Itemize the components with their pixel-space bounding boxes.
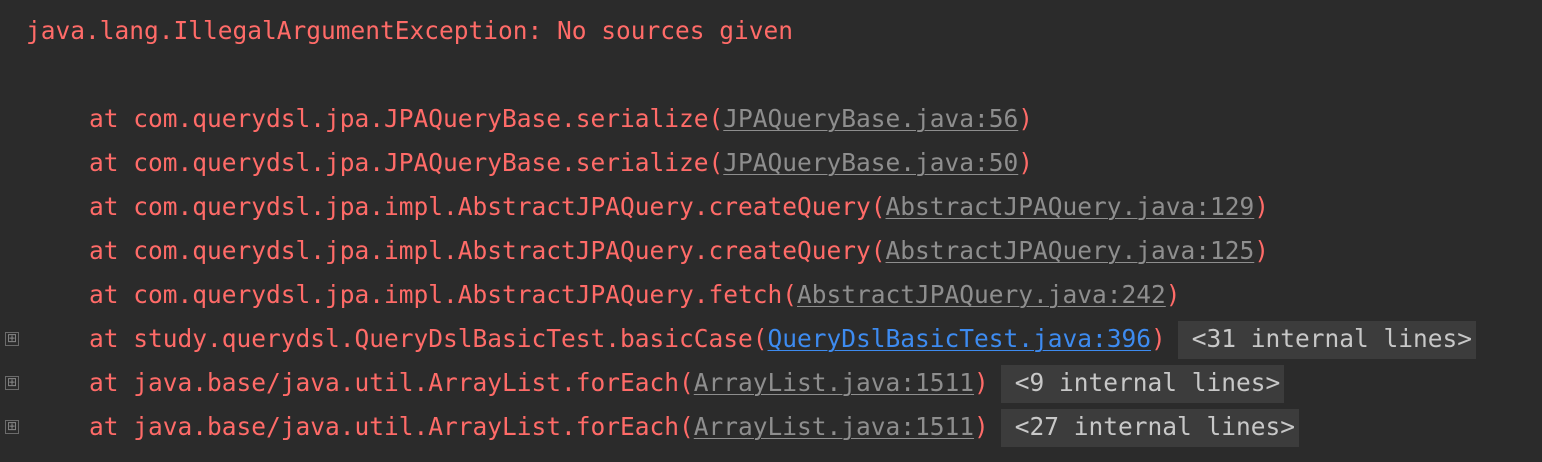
internal-lines-fold[interactable]: <27 internal lines> [1000,409,1300,447]
expand-plus-square-icon[interactable]: ⊞ [5,376,19,390]
source-link[interactable]: ArrayList.java:1511 [694,412,974,441]
expand-plus-square-icon[interactable]: ⊞ [5,332,19,346]
frame-method: at com.querydsl.jpa.impl.AbstractJPAQuer… [89,236,886,265]
frame-close-paren: ) [974,368,989,397]
frame-close-paren: ) [1018,104,1034,133]
stack-frame: at com.querydsl.jpa.impl.AbstractJPAQuer… [89,233,1269,269]
source-link[interactable]: ArrayList.java:1511 [694,368,974,397]
frame-method: at java.base/java.util.ArrayList.forEach… [89,368,694,397]
frame-method: at study.querydsl.QueryDslBasicTest.basi… [89,324,768,353]
stack-frame: at java.base/java.util.ArrayList.forEach… [89,365,1285,403]
stack-frame: at com.querydsl.jpa.JPAQueryBase.seriali… [89,101,1033,137]
source-link[interactable]: AbstractJPAQuery.java:125 [886,236,1255,265]
source-link[interactable]: QueryDslBasicTest.java:396 [768,324,1152,353]
frame-method: at java.base/java.util.ArrayList.forEach… [89,412,694,441]
frame-close-paren: ) [1165,280,1181,309]
source-link[interactable]: JPAQueryBase.java:50 [723,148,1018,177]
exception-message: java.lang.IllegalArgumentException: No s… [26,16,794,45]
frame-close-paren: ) [974,412,989,441]
stack-frame: at com.querydsl.jpa.impl.AbstractJPAQuer… [89,277,1181,313]
frame-close-paren: ) [1018,148,1034,177]
internal-lines-fold[interactable]: <9 internal lines> [1000,365,1285,403]
expand-plus-square-icon[interactable]: ⊞ [5,420,19,434]
frame-close-paren: ) [1151,324,1166,353]
source-link[interactable]: AbstractJPAQuery.java:242 [797,280,1166,309]
internal-lines-fold[interactable]: <31 internal lines> [1177,321,1477,359]
frame-method: at com.querydsl.jpa.JPAQueryBase.seriali… [89,104,724,133]
frame-method: at com.querydsl.jpa.impl.AbstractJPAQuer… [89,280,798,309]
stack-frame: at java.base/java.util.ArrayList.forEach… [89,409,1300,447]
source-link[interactable]: JPAQueryBase.java:56 [723,104,1018,133]
frame-close-paren: ) [1254,236,1270,265]
source-link[interactable]: AbstractJPAQuery.java:129 [886,192,1255,221]
console-output: java.lang.IllegalArgumentException: No s… [0,0,1542,462]
stack-frame: at study.querydsl.QueryDslBasicTest.basi… [89,321,1477,359]
stack-frame: at com.querydsl.jpa.JPAQueryBase.seriali… [89,145,1033,181]
stack-frame: at com.querydsl.jpa.impl.AbstractJPAQuer… [89,189,1269,225]
frame-method: at com.querydsl.jpa.impl.AbstractJPAQuer… [89,192,886,221]
frame-method: at com.querydsl.jpa.JPAQueryBase.seriali… [89,148,724,177]
frame-close-paren: ) [1254,192,1270,221]
